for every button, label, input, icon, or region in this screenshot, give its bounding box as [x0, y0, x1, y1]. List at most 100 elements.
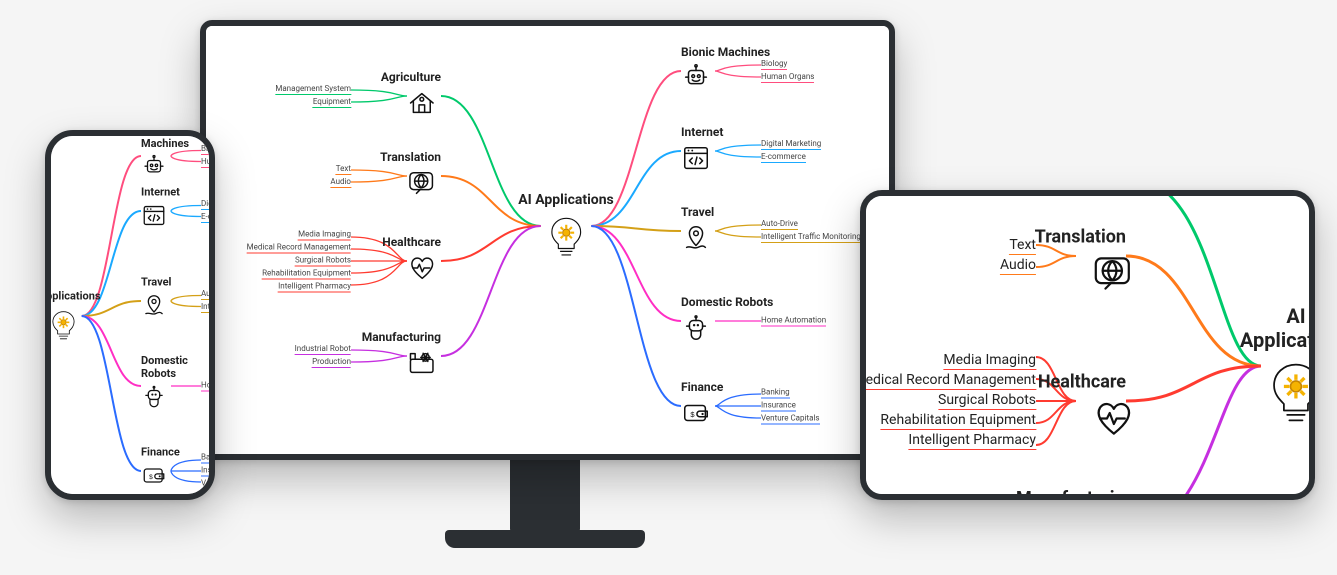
leaf-node[interactable]: Management System	[275, 84, 351, 95]
leaf-node[interactable]: Venture Capitals	[761, 414, 820, 425]
lightbulb-gear-icon	[51, 309, 101, 343]
branch-travel[interactable]: Travel	[141, 276, 175, 327]
branch-leaves: Biology Human Organs	[761, 59, 814, 83]
leaf-node[interactable]: Media Imaging	[298, 230, 351, 241]
route-pin-icon	[141, 293, 175, 327]
leaf-node[interactable]: Rehabilitation Equipment	[262, 269, 351, 280]
route-pin-icon	[681, 223, 715, 257]
svg-text:$: $	[690, 410, 695, 419]
branch-title: Healthcare	[382, 235, 441, 249]
leaf-node[interactable]: Banking	[201, 453, 209, 464]
code-window-icon	[141, 203, 175, 237]
leaf-node[interactable]: Medical Record Management	[247, 243, 351, 254]
leaf-node[interactable]: Rehabilitation Equipment	[880, 412, 1036, 430]
leaf-node[interactable]: Insurance	[761, 401, 796, 412]
robot-icon	[141, 154, 175, 188]
branch-leaves: Digital Marketing E-commerce	[201, 199, 209, 223]
branch-title: Domestic Robots	[141, 354, 209, 380]
mindmap-canvas-desktop[interactable]: AI Applications Agriculture Management S…	[206, 26, 889, 454]
leaf-node[interactable]: Equipment	[313, 97, 351, 108]
branch-leaves: Management System Equipment	[275, 84, 351, 108]
branch-domestic-robots[interactable]: Domestic Robots	[141, 354, 209, 418]
leaf-node[interactable]: Human Organs	[201, 157, 209, 168]
branch-leaves: Text Audio	[330, 164, 351, 188]
leaf-node[interactable]: Audio	[330, 177, 351, 188]
leaf-node[interactable]: Intelligent Pharmacy	[278, 282, 351, 293]
leaf-node[interactable]: Digital Marketing	[201, 199, 209, 210]
wallet-money-icon: $	[141, 463, 175, 495]
branch-finance[interactable]: Finance $	[141, 446, 180, 495]
leaf-node[interactable]: Medical Record Management	[866, 372, 1036, 390]
leaf-node[interactable]: Surgical Robots	[938, 392, 1036, 410]
mindmap-canvas-tablet[interactable]: AI Applications Translation Text Audio He…	[866, 196, 1309, 494]
mindmap-center-node[interactable]: AI Applications	[51, 290, 101, 343]
branch-title: Internet	[681, 125, 723, 139]
branch-leaves: Home Automation	[201, 381, 209, 392]
leaf-node[interactable]: Intelligent Pharmacy	[908, 432, 1036, 450]
branch-leaves: Biology Human Organs	[201, 144, 209, 168]
branch-title: Finance	[141, 446, 180, 459]
branch-bionic-machines[interactable]: Bionic Machines	[141, 136, 209, 188]
branch-title: Manufacturing	[362, 330, 441, 344]
leaf-node[interactable]: Production	[312, 357, 351, 368]
leaf-node[interactable]: Biology	[761, 59, 787, 70]
smartphone: AI Applications Bionic Machines Biology H…	[45, 130, 215, 500]
heart-pulse-icon	[1092, 397, 1126, 431]
mindmap-center-node[interactable]: AI Applications	[1240, 304, 1309, 428]
branch-finance[interactable]: Finance $	[681, 380, 723, 432]
branch-healthcare[interactable]: Healthcare	[382, 235, 441, 287]
leaf-node[interactable]: Home Automation	[201, 381, 209, 392]
svg-text:$: $	[149, 474, 153, 481]
leaf-node[interactable]: Audio	[1000, 257, 1036, 275]
leaf-node[interactable]: Text	[1009, 237, 1036, 255]
branch-translation[interactable]: Translation	[1035, 227, 1126, 286]
branch-title: Finance	[681, 380, 723, 394]
leaf-node[interactable]: Auto-Drive	[761, 219, 798, 230]
leaf-node[interactable]: Intelligent Traffic Monitoring	[201, 302, 209, 313]
mindmap-canvas-phone[interactable]: AI Applications Bionic Machines Biology H…	[51, 136, 209, 494]
branch-title: Bionic Machines	[681, 45, 770, 59]
branch-title: Internet	[141, 186, 180, 199]
heart-pulse-icon	[407, 253, 441, 287]
desktop-stand	[510, 458, 580, 533]
leaf-node[interactable]: Surgical Robots	[295, 256, 351, 267]
branch-internet[interactable]: Internet	[681, 125, 723, 177]
leaf-node[interactable]: Banking	[761, 388, 790, 399]
branch-manufacturing[interactable]: Manufacturing	[1016, 488, 1135, 494]
branch-internet[interactable]: Internet	[141, 186, 180, 237]
leaf-node[interactable]: E-commerce	[761, 152, 806, 163]
desktop-base	[445, 530, 645, 548]
leaf-node[interactable]: Intelligent Traffic Monitoring	[761, 232, 861, 243]
branch-translation[interactable]: Translation	[380, 150, 441, 202]
branch-bionic-machines[interactable]: Bionic Machines	[681, 45, 770, 97]
home-robot-icon	[681, 313, 715, 347]
mindmap-center-node[interactable]: AI Applications	[518, 192, 614, 260]
leaf-node[interactable]: Media Imaging	[943, 352, 1036, 370]
wallet-money-icon: $	[681, 398, 715, 432]
code-window-icon	[681, 143, 715, 177]
branch-agriculture[interactable]: Agriculture	[381, 70, 441, 122]
leaf-node[interactable]: Digital Marketing	[761, 139, 821, 150]
leaf-node[interactable]: Biology	[201, 144, 209, 155]
leaf-node[interactable]: Auto-Drive	[201, 289, 209, 300]
tablet-landscape: AI Applications Translation Text Audio He…	[860, 190, 1315, 500]
branch-title: Translation	[1035, 227, 1126, 248]
branch-healthcare[interactable]: Healthcare	[1038, 372, 1126, 431]
branch-title: Translation	[380, 150, 441, 164]
branch-leaves: Media Imaging Medical Record Management Su…	[866, 352, 1036, 450]
leaf-node[interactable]: Insurance	[201, 466, 209, 477]
globe-speech-icon	[407, 168, 441, 202]
branch-title: Domestic Robots	[681, 295, 773, 309]
branch-manufacturing[interactable]: Manufacturing	[362, 330, 441, 382]
branch-travel[interactable]: Travel	[681, 205, 715, 257]
leaf-node[interactable]: E-commerce	[201, 212, 209, 223]
leaf-node[interactable]: Industrial Robot	[295, 344, 351, 355]
globe-speech-icon	[1092, 252, 1126, 286]
farm-house-icon	[407, 88, 441, 122]
branch-domestic-robots[interactable]: Domestic Robots	[681, 295, 773, 347]
leaf-node[interactable]: Home Automation	[761, 316, 826, 327]
leaf-node[interactable]: Text	[336, 164, 351, 175]
leaf-node[interactable]: Human Organs	[761, 72, 814, 83]
branch-title: Agriculture	[381, 70, 441, 84]
leaf-node[interactable]: Venture Capitals	[201, 479, 209, 490]
